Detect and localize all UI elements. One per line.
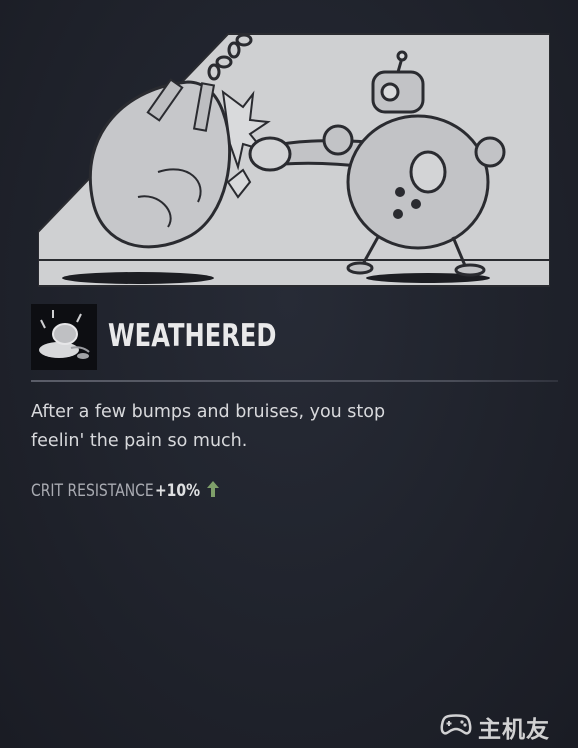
ability-illustration [38,32,550,288]
divider [31,380,558,382]
gamepad-icon [440,713,472,741]
ability-title: WEATHERED [108,318,277,354]
weathered-ability-icon [31,304,97,370]
ability-description: After a few bumps and bruises, you stop … [31,398,551,456]
arrow-up-icon [206,480,220,502]
stat-label: CRIT RESISTANCE [31,481,154,501]
watermark: 主机友 [440,710,550,744]
description-line: After a few bumps and bruises, you stop [31,402,386,422]
ability-card: WEATHERED After a few bumps and bruises,… [0,0,578,748]
stat-value: +10% [154,481,200,501]
description-line: feelin' the pain so much. [31,431,248,451]
stat-row: CRIT RESISTANCE +10% [31,480,220,502]
watermark-text: 主机友 [478,717,550,743]
